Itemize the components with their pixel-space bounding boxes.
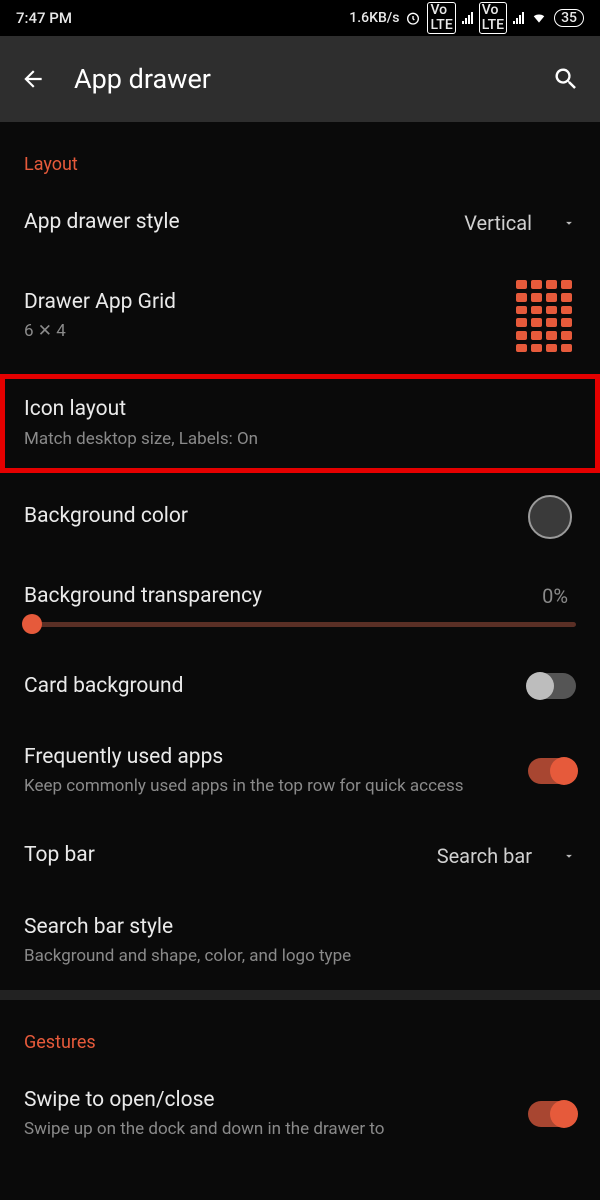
status-right: 1.6KB/s VoLTE VoLTE 35 [349,2,584,35]
row-title: Swipe to open/close [24,1087,512,1114]
row-title: Drawer App Grid [24,289,500,316]
toggle-frequently-used[interactable] [528,758,576,784]
section-layout: Layout [0,122,600,187]
row-top-bar[interactable]: Top bar Search bar [0,820,600,891]
signal-icon-2 [513,12,524,24]
toggle-card-background[interactable] [528,673,576,699]
row-value: Search bar [437,844,532,868]
row-sub: Keep commonly used apps in the top row f… [24,775,512,798]
row-title: Top bar [24,842,421,869]
wifi-icon [530,11,548,25]
row-frequently-used-apps[interactable]: Frequently used apps Keep commonly used … [0,722,600,820]
row-title: Background transparency [24,583,526,610]
row-background-transparency[interactable]: Background transparency 0% [0,561,600,622]
color-swatch [528,495,572,539]
row-search-bar-style[interactable]: Search bar style Background and shape, c… [0,892,600,990]
grid-icon [516,280,572,352]
toggle-swipe[interactable] [528,1101,576,1127]
row-title: App drawer style [24,209,448,236]
transparency-slider[interactable] [0,622,600,651]
row-title: Search bar style [24,914,576,941]
row-sub: Swipe up on the dock and down in the dra… [24,1118,512,1141]
volte-badge-2: VoLTE [479,2,507,35]
page-title: App drawer [74,63,524,95]
chevron-down-icon [562,216,576,230]
row-value: 0% [542,584,568,608]
search-icon[interactable] [552,65,580,93]
row-swipe-open-close[interactable]: Swipe to open/close Swipe up on the dock… [0,1065,600,1141]
status-time: 7:47 PM [16,9,72,27]
row-background-color[interactable]: Background color [0,473,600,561]
signal-icon-1 [462,12,473,24]
row-sub: Match desktop size, Labels: On [24,428,576,451]
app-header: App drawer [0,36,600,122]
volte-badge-1: VoLTE [427,2,455,35]
back-icon[interactable] [20,66,46,92]
row-icon-layout[interactable]: Icon layout Match desktop size, Labels: … [0,374,600,472]
row-sub: Background and shape, color, and logo ty… [24,945,576,968]
row-card-background[interactable]: Card background [0,651,600,722]
row-title: Icon layout [24,396,576,423]
battery-indicator: 35 [554,9,584,27]
row-sub: 6 ✕ 4 [24,320,500,343]
slider-thumb[interactable] [22,614,42,634]
row-title: Background color [24,503,512,530]
chevron-down-icon [562,849,576,863]
row-app-drawer-style[interactable]: App drawer style Vertical [0,187,600,258]
status-bar: 7:47 PM 1.6KB/s VoLTE VoLTE 35 [0,0,600,36]
divider [0,990,600,1000]
section-gestures: Gestures [0,1000,600,1065]
alarm-icon [405,10,421,26]
row-title: Card background [24,673,512,700]
row-value: Vertical [464,211,532,235]
row-drawer-app-grid[interactable]: Drawer App Grid 6 ✕ 4 [0,258,600,374]
status-net-speed: 1.6KB/s [349,10,399,26]
row-title: Frequently used apps [24,744,512,771]
